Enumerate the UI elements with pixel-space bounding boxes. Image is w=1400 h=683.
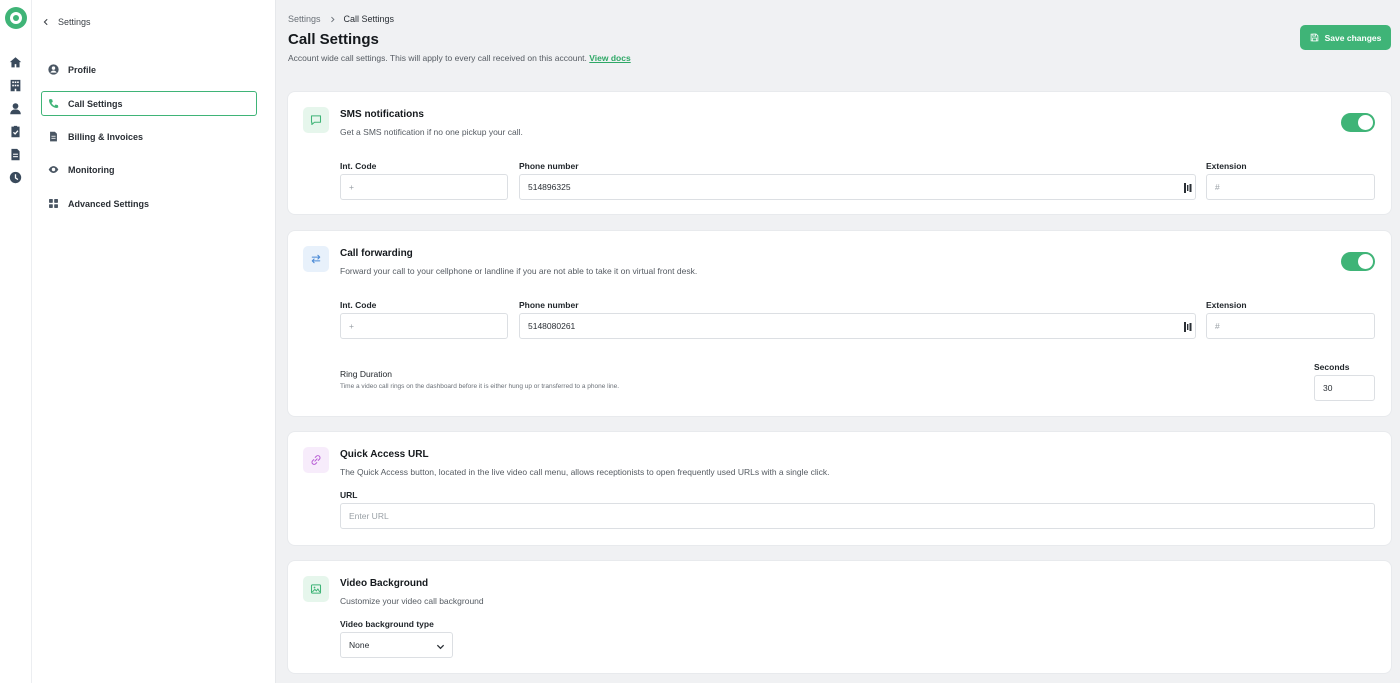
card-description: The Quick Access button, located in the … xyxy=(340,467,830,477)
extension-label: Extension xyxy=(1206,300,1247,310)
quick-access-url-card: Quick Access URL The Quick Access button… xyxy=(288,432,1391,545)
sidebar-item-label: Call Settings xyxy=(68,98,123,109)
call-forwarding-toggle[interactable] xyxy=(1341,252,1375,271)
card-title: Call forwarding xyxy=(340,248,413,259)
phone-icon xyxy=(49,99,59,108)
app-logo[interactable] xyxy=(5,7,27,29)
sidebar-item-label: Billing & Invoices xyxy=(68,131,144,142)
home-icon[interactable] xyxy=(9,56,22,69)
back-label: Settings xyxy=(58,17,91,27)
seconds-input[interactable]: 30 xyxy=(1314,375,1375,401)
page-subtitle-text: Account wide call settings. This will ap… xyxy=(288,53,587,63)
int-code-input[interactable]: + xyxy=(340,174,508,200)
clipboard-check-icon[interactable] xyxy=(9,125,22,138)
phone-number-label: Phone number xyxy=(519,300,579,310)
back-to-settings-link[interactable]: Settings xyxy=(42,17,91,27)
ring-duration-description: Time a video call rings on the dashboard… xyxy=(340,383,620,390)
image-icon xyxy=(303,576,329,602)
card-description: Get a SMS notification if no one pickup … xyxy=(340,127,523,137)
int-code-input[interactable]: + xyxy=(340,313,508,339)
link-icon xyxy=(303,447,329,473)
sidebar-item-call-settings[interactable]: Call Settings xyxy=(41,91,257,116)
clock-icon[interactable] xyxy=(9,171,22,184)
grid-icon xyxy=(49,199,58,208)
sidebar-item-profile[interactable]: Profile xyxy=(41,57,257,82)
file-icon[interactable] xyxy=(9,148,22,161)
card-title: Quick Access URL xyxy=(340,449,429,460)
sidebar-item-label: Profile xyxy=(68,64,97,75)
view-docs-link[interactable]: View docs xyxy=(589,53,630,63)
int-code-label: Int. Code xyxy=(340,300,377,310)
chevron-down-icon xyxy=(436,644,445,650)
save-changes-button[interactable]: Save changes xyxy=(1300,25,1391,50)
card-description: Customize your video call background xyxy=(340,596,484,606)
breadcrumb-parent[interactable]: Settings xyxy=(288,14,321,24)
main-content: Settings Call Settings Call Settings Acc… xyxy=(276,0,1400,683)
eye-icon xyxy=(48,166,59,173)
phone-number-value: 5148080261 xyxy=(528,321,576,331)
phone-number-input[interactable]: 5148080261 xyxy=(519,313,1196,339)
phone-number-input[interactable]: 514896325 xyxy=(519,174,1196,200)
page-subtitle: Account wide call settings. This will ap… xyxy=(288,53,631,63)
user-circle-icon xyxy=(48,64,59,75)
document-icon xyxy=(50,131,57,142)
autofill-icon xyxy=(1184,183,1192,193)
card-title: Video Background xyxy=(340,578,429,589)
icon-rail xyxy=(0,0,32,683)
extension-label: Extension xyxy=(1206,161,1247,171)
sms-notifications-card: SMS notifications Get a SMS notification… xyxy=(288,92,1391,214)
breadcrumb-current: Call Settings xyxy=(343,14,395,24)
chevron-left-icon xyxy=(43,18,48,26)
phone-number-label: Phone number xyxy=(519,161,579,171)
video-background-type-label: Video background type xyxy=(340,619,434,629)
phone-number-value: 514896325 xyxy=(528,182,571,192)
extension-input[interactable]: # xyxy=(1206,313,1375,339)
sidebar-item-billing[interactable]: Billing & Invoices xyxy=(41,124,257,149)
extension-input[interactable]: # xyxy=(1206,174,1375,200)
select-value: None xyxy=(349,640,370,650)
settings-sidebar: Settings Profile Call Settings Billing &… xyxy=(32,0,276,683)
card-title: SMS notifications xyxy=(340,109,424,120)
save-icon xyxy=(1310,33,1318,42)
chevron-right-icon xyxy=(330,16,335,22)
call-forwarding-card: Call forwarding Forward your call to you… xyxy=(288,231,1391,416)
sms-notifications-toggle[interactable] xyxy=(1341,113,1375,132)
sidebar-item-label: Monitoring xyxy=(68,164,115,175)
video-background-type-select[interactable]: None xyxy=(340,632,453,658)
sidebar-item-advanced-settings[interactable]: Advanced Settings xyxy=(41,191,257,216)
person-icon[interactable] xyxy=(9,102,22,115)
sidebar-item-label: Advanced Settings xyxy=(68,198,150,209)
chat-bubble-icon xyxy=(303,107,329,133)
card-description: Forward your call to your cellphone or l… xyxy=(340,266,698,276)
int-code-label: Int. Code xyxy=(340,161,377,171)
ring-duration-title: Ring Duration xyxy=(340,369,392,379)
breadcrumb: Settings Call Settings xyxy=(288,14,394,24)
sidebar-item-monitoring[interactable]: Monitoring xyxy=(41,157,257,182)
page-title: Call Settings xyxy=(288,31,379,48)
autofill-icon xyxy=(1184,322,1192,332)
video-background-card: Video Background Customize your video ca… xyxy=(288,561,1391,673)
url-input[interactable]: Enter URL xyxy=(340,503,1375,529)
save-changes-label: Save changes xyxy=(1324,32,1382,43)
seconds-label: Seconds xyxy=(1314,362,1350,372)
building-icon[interactable] xyxy=(9,79,22,92)
url-label: URL xyxy=(340,490,358,500)
swap-arrows-icon xyxy=(303,246,329,272)
